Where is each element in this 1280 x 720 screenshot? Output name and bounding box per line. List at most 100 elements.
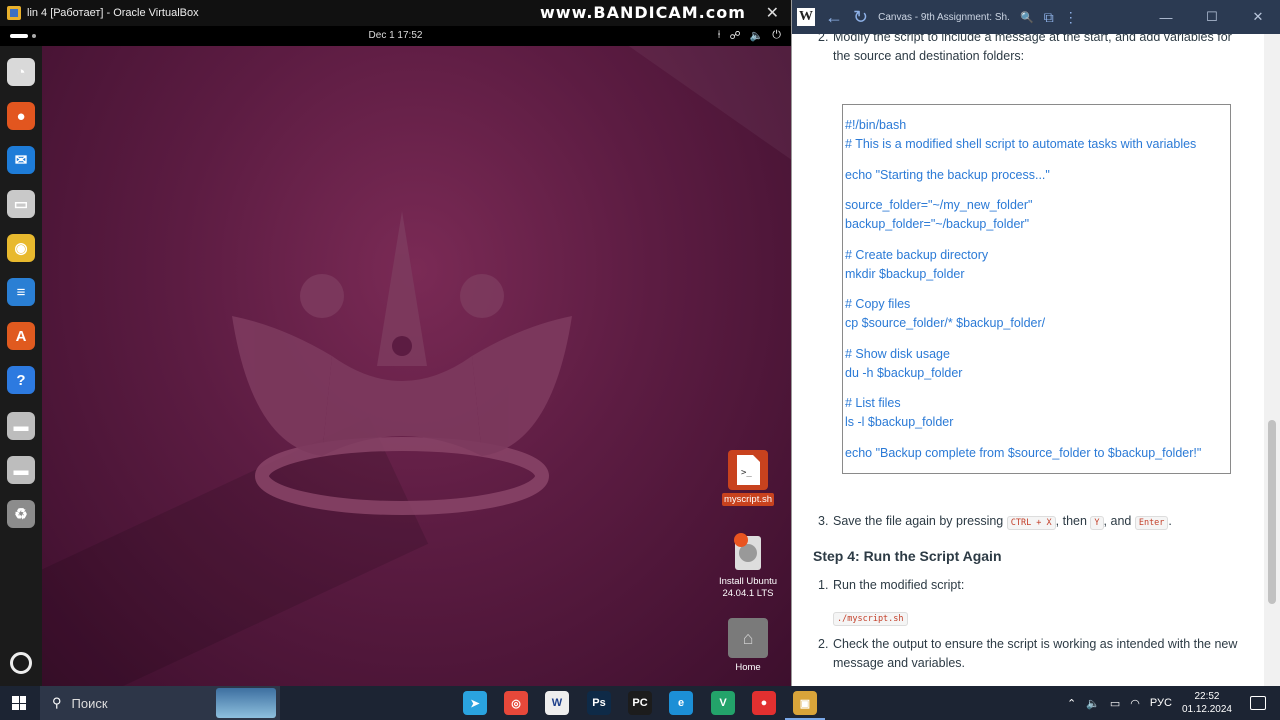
battery-icon[interactable]: ▭ (1110, 697, 1120, 710)
list-number: 2. (818, 637, 829, 651)
extensions-icon[interactable]: ⧉ (1044, 9, 1054, 26)
language-indicator[interactable]: РУС (1150, 697, 1172, 709)
virtualbox-icon (7, 6, 21, 20)
photoshop-icon[interactable]: Ps (587, 691, 611, 715)
files-icon[interactable]: ▭ (7, 190, 35, 218)
desktop-icon-myscript[interactable]: >_ myscript.sh (713, 450, 783, 506)
minimize-icon[interactable]: — (1143, 0, 1189, 34)
list-item: 2. Check the output to ensure the script… (818, 635, 1238, 673)
ubuntu-system-tray[interactable]: ⍿ ☍ 🔈 ⏻ (718, 29, 781, 42)
ubuntu-installer-icon[interactable]: ◔ (7, 58, 35, 86)
network-icon[interactable]: ☍ (729, 29, 740, 42)
drive-icon-2[interactable]: ▬ (7, 456, 35, 484)
zoom-icon[interactable]: 🔍 (1020, 11, 1034, 24)
telegram-icon[interactable]: ➤ (463, 691, 487, 715)
menu-icon[interactable]: ⋮ (1064, 9, 1078, 26)
text: Save the file again by pressing (833, 514, 1007, 528)
notifications-icon[interactable] (1250, 696, 1266, 710)
power-icon[interactable]: ⏻ (772, 29, 781, 42)
help-icon[interactable]: ? (7, 366, 35, 394)
code-line: # Show disk usage (845, 346, 950, 361)
clock-date: 01.12.2024 (1181, 704, 1232, 715)
tray-chevron-icon[interactable]: ⌃ (1067, 697, 1076, 710)
scrollbar-thumb[interactable] (1268, 420, 1276, 604)
inline-code: ./myscript.sh (833, 610, 908, 626)
scrollbar[interactable] (1264, 34, 1280, 686)
volume-icon[interactable]: 🔈 (750, 29, 764, 42)
code-gap (845, 333, 1230, 345)
svg-text:>_: >_ (741, 468, 752, 478)
reload-icon[interactable]: ↻ (853, 7, 868, 28)
list-item: 2. Modify the script to include a messag… (818, 34, 1238, 66)
home-folder-icon: ⌂ (728, 618, 768, 658)
word-icon[interactable]: W (545, 691, 569, 715)
screen: lin 4 [Работает] - Oracle VirtualBox www… (0, 0, 1280, 720)
app-center-icon[interactable]: A (7, 322, 35, 350)
list-text: Save the file again by pressing CTRL + X… (833, 512, 1238, 533)
edge-icon[interactable]: e (669, 691, 693, 715)
wifi-icon[interactable]: ◠ (1130, 697, 1140, 710)
wallpaper-streak (563, 46, 791, 230)
list-text: Run the modified script: (833, 578, 965, 592)
script-file-icon: >_ (728, 450, 768, 490)
back-icon[interactable]: ← (825, 7, 843, 28)
maximize-icon[interactable]: ☐ (1189, 0, 1235, 34)
writer-icon[interactable]: ≡ (7, 278, 35, 306)
code-line: echo "Starting the backup process..." (845, 167, 1050, 182)
key-ctrl-x: CTRL + X (1006, 516, 1056, 530)
list-text: Check the output to ensure the script is… (833, 637, 1238, 670)
code-gap (845, 234, 1230, 246)
bandicam-icon[interactable]: ● (752, 691, 776, 715)
drive-icon[interactable]: ▬ (7, 412, 35, 440)
window-title: lin 4 [Работает] - Oracle VirtualBox (27, 7, 199, 19)
virtualbox-icon[interactable]: ▣ (785, 691, 825, 720)
thunderbird-icon[interactable]: ✉ (7, 146, 35, 174)
virtualbox-window: lin 4 [Работает] - Oracle VirtualBox www… (0, 0, 791, 686)
desktop-icon-label: Install Ubuntu 24.04.1 LTS (718, 576, 778, 599)
code-line: # List files (845, 396, 901, 410)
text: , then (1055, 514, 1091, 528)
close-icon[interactable]: ✕ (1235, 0, 1280, 34)
section-heading: Step 4: Run the Script Again (813, 548, 1002, 564)
search-placeholder: Поиск (71, 695, 108, 711)
tab-title[interactable]: Canvas - 9th Assignment: Sh... (878, 12, 1010, 23)
vscode-icon[interactable]: V (711, 691, 735, 715)
wikipedia-logo-icon[interactable]: W (797, 8, 815, 26)
run-command: ./myscript.sh (833, 612, 908, 626)
code-gap (845, 383, 1230, 395)
taskbar-clock[interactable]: 22:52 01.12.2024 (1182, 690, 1232, 716)
trash-icon[interactable]: ♻ (7, 500, 35, 528)
system-tray: ⌃ 🔈 ▭ ◠ РУС 22:52 01.12.2024 (1067, 686, 1280, 720)
code-line: #!/bin/bash (845, 118, 907, 132)
rhythmbox-icon[interactable]: ◉ (7, 234, 35, 262)
code-gap (845, 154, 1230, 166)
pycharm-icon[interactable]: PC (628, 691, 652, 715)
page-content: 2. Modify the script to include a messag… (792, 34, 1265, 686)
close-icon[interactable]: ✕ (766, 3, 779, 23)
taskbar-search[interactable]: ⚲ Поиск (40, 686, 280, 720)
chrome-icon[interactable]: ◎ (504, 691, 528, 715)
code-block: #!/bin/bash # This is a modified shell sc… (842, 104, 1231, 474)
code-line: cp $source_folder/* $backup_folder/ (845, 316, 1046, 330)
key-enter: Enter (1134, 516, 1169, 530)
code-gap (845, 432, 1230, 444)
desktop-icon-home[interactable]: ⌂ Home (713, 618, 783, 674)
list-number: 2. (818, 34, 829, 44)
ubuntu-top-bar: Dec 1 17:52 ⍿ ☍ 🔈 ⏻ (0, 26, 791, 46)
desktop-icon-label: myscript.sh (721, 493, 775, 506)
accessibility-icon[interactable]: ⍿ (718, 29, 721, 42)
code-line: source_folder="~/my_new_folder" (845, 198, 1033, 212)
windows-start-icon[interactable] (12, 696, 26, 710)
sound-icon[interactable]: 🔈 (1086, 697, 1100, 710)
clock-time: 22:52 (1194, 691, 1220, 702)
ubuntu-clock[interactable]: Dec 1 17:52 (0, 30, 791, 41)
show-apps-icon[interactable] (10, 652, 32, 674)
wallpaper-crown-icon (232, 211, 572, 515)
window-controls: — ☐ ✕ (1143, 0, 1280, 34)
list-number: 1. (818, 578, 829, 592)
code-line: backup_folder="~/backup_folder" (845, 217, 1030, 231)
desktop-icon-install-ubuntu[interactable]: Install Ubuntu 24.04.1 LTS (713, 532, 783, 600)
firefox-icon[interactable]: ● (7, 102, 35, 130)
windows-taskbar: ⚲ Поиск ⌃ 🔈 ▭ ◠ РУС 22:52 01.12.2024 ➤ ◎ W… (0, 686, 1280, 720)
code-line: # Create backup directory (845, 247, 989, 262)
